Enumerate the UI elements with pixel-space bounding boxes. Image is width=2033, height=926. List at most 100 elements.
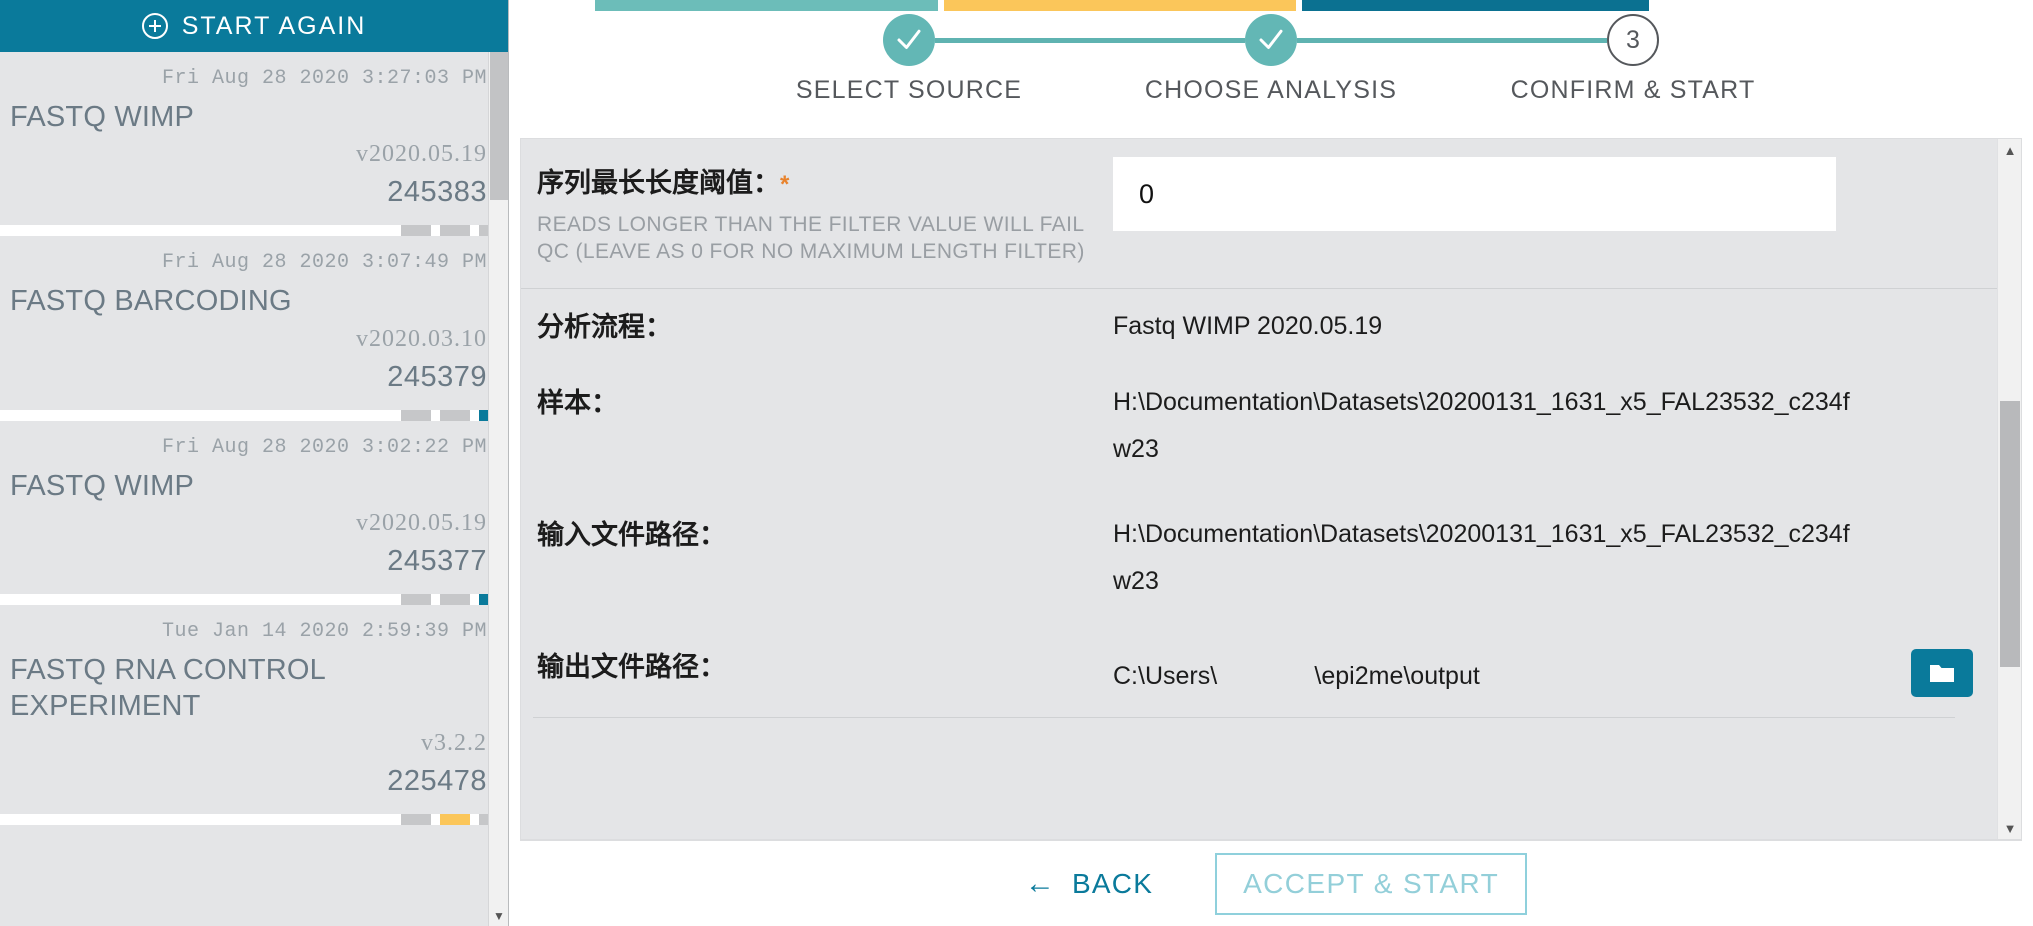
confirm-panel-scroll-area: 序列最长长度阈值：* READS LONGER THAN THE FILTER … (521, 139, 1997, 839)
required-marker: * (780, 171, 790, 198)
run-date: Fri Aug 28 2020 3:27:03 PM (161, 67, 487, 90)
app-root: START AGAIN Fri Aug 28 2020 3:27:03 PM F… (0, 0, 2033, 926)
run-version: v2020.05.19 (356, 510, 487, 537)
run-version: v2020.05.19 (356, 141, 487, 168)
run-version: v3.2.2 (421, 729, 487, 756)
max-length-input[interactable] (1113, 157, 1836, 231)
run-separator (0, 409, 508, 421)
summary-label-col: 输入文件路径： (533, 511, 1103, 552)
summary-label-col: 样本： (533, 379, 1103, 420)
summary-value-workflow: Fastq WIMP 2020.05.19 (1113, 312, 1383, 340)
step-label-choose-analysis: CHOOSE ANALYSIS (1144, 76, 1398, 104)
max-length-label-col: 序列最长长度阈值：* READS LONGER THAN THE FILTER … (533, 157, 1103, 266)
summary-value-col: H:\Documentation\Datasets\20200131_1631_… (1103, 379, 1955, 474)
chevron-up-icon[interactable]: ▲ (1998, 139, 2021, 161)
run-id: 225478 (387, 764, 487, 797)
run-list[interactable]: Fri Aug 28 2020 3:27:03 PM FASTQ WIMP v2… (0, 52, 508, 926)
status-chip (401, 225, 431, 237)
run-date: Tue Jan 14 2020 2:59:39 PM (161, 620, 487, 644)
step-node-confirm-start[interactable]: 3 (1607, 14, 1659, 66)
browse-output-folder-button[interactable] (1911, 648, 1973, 697)
list-item[interactable]: Fri Aug 28 2020 3:07:49 PM FASTQ BARCODI… (0, 236, 508, 410)
tab-choose-analysis[interactable] (944, 0, 1296, 11)
summary-label-input-path: 输入文件路径： (537, 519, 726, 550)
back-button[interactable]: ← BACK (1015, 862, 1163, 906)
run-title: FASTQ RNA CONTROL EXPERIMENT (10, 654, 325, 722)
list-item[interactable]: Fri Aug 28 2020 3:02:22 PM FASTQ WIMP v2… (0, 420, 508, 595)
run-separator (0, 813, 508, 825)
check-icon (897, 29, 921, 49)
summary-row-output-path: 输出文件路径： C:\Users\ \epi2me\output (521, 629, 1997, 705)
status-chip (440, 594, 470, 606)
step-label-confirm-start: CONFIRM & START (1510, 76, 1756, 104)
summary-value-col: H:\Documentation\Datasets\20200131_1631_… (1103, 511, 1955, 606)
max-length-field-row: 序列最长长度阈值：* READS LONGER THAN THE FILTER … (521, 139, 1997, 289)
summary-label-col: 输出文件路径： (533, 643, 1103, 684)
confirm-panel: 序列最长长度阈值：* READS LONGER THAN THE FILTER … (520, 138, 2022, 840)
summary-row-input-path: 输入文件路径： H:\Documentation\Datasets\202001… (521, 497, 1997, 629)
panel-scrollbar-thumb[interactable] (2000, 401, 2020, 667)
sidebar-scrollbar[interactable]: ▼ (488, 52, 508, 926)
status-chip (401, 813, 431, 825)
run-date: Fri Aug 28 2020 3:07:49 PM (161, 251, 487, 275)
start-again-label: START AGAIN (181, 11, 367, 40)
step-node-select-source[interactable] (883, 14, 935, 66)
status-chip (440, 813, 470, 825)
stepper-nodes: 3 (509, 14, 2033, 66)
wizard-footer: ← BACK ACCEPT & START (520, 840, 2022, 926)
summary-label-output-path: 输出文件路径： (537, 651, 726, 682)
tab-confirm-start[interactable] (1302, 0, 1649, 11)
stepper-labels: SELECT SOURCE CHOOSE ANALYSIS CONFIRM & … (509, 76, 2033, 105)
folder-icon (1930, 664, 1954, 682)
summary-label-workflow: 分析流程： (537, 312, 672, 342)
summary-value-input-path: H:\Documentation\Datasets\20200131_1631_… (1113, 519, 1850, 596)
run-title: FASTQ WIMP (10, 101, 195, 133)
list-item[interactable]: Fri Aug 28 2020 3:27:03 PM FASTQ WIMP v2… (0, 52, 508, 226)
max-length-help-text: READS LONGER THAN THE FILTER VALUE WILL … (537, 213, 1085, 263)
step-number: 3 (1626, 25, 1640, 54)
max-length-field-col (1103, 157, 1955, 231)
chevron-down-icon[interactable]: ▼ (1998, 817, 2021, 839)
sidebar-scrollbar-thumb[interactable] (490, 52, 508, 200)
tab-select-source[interactable] (595, 0, 938, 11)
max-length-label-text: 序列最长长度阈值： (537, 168, 780, 198)
summary-value-col: Fastq WIMP 2020.05.19 (1103, 303, 1955, 351)
summary-label-col: 分析流程： (533, 303, 1103, 344)
step-label-select-source: SELECT SOURCE (795, 76, 1023, 104)
check-icon (1259, 29, 1283, 49)
accept-and-start-button[interactable]: ACCEPT & START (1215, 852, 1528, 915)
plus-circle-icon (141, 13, 168, 39)
run-date: Fri Aug 28 2020 3:02:22 PM (161, 435, 487, 459)
panel-bottom-divider (533, 716, 1955, 718)
start-again-button[interactable]: START AGAIN (0, 0, 508, 52)
run-title: FASTQ WIMP (10, 469, 195, 502)
run-id: 245377 (387, 545, 487, 578)
arrow-left-icon: ← (1024, 866, 1057, 900)
summary-label-sample: 样本： (537, 387, 618, 418)
step-node-choose-analysis[interactable] (1245, 14, 1297, 66)
run-separator (0, 594, 508, 606)
run-title: FASTQ BARCODING (10, 285, 292, 318)
main-content: 3 SELECT SOURCE CHOOSE ANALYSIS CONFIRM … (509, 0, 2033, 926)
wizard-stepper: 3 SELECT SOURCE CHOOSE ANALYSIS CONFIRM … (509, 14, 2033, 120)
summary-value-output-path: C:\Users\ \epi2me\output (1113, 661, 1480, 690)
summary-row-workflow: 分析流程： Fastq WIMP 2020.05.19 (521, 289, 1997, 365)
panel-scrollbar[interactable]: ▲ ▼ (1997, 139, 2021, 839)
summary-row-sample: 样本： H:\Documentation\Datasets\20200131_1… (521, 365, 1997, 497)
run-version: v2020.03.10 (356, 325, 487, 352)
chevron-down-icon[interactable]: ▼ (489, 906, 508, 926)
run-id: 245379 (387, 360, 487, 393)
run-id: 245383 (387, 176, 487, 209)
run-separator (0, 225, 508, 237)
status-chip (401, 594, 431, 606)
status-chip (440, 225, 470, 237)
run-history-sidebar: START AGAIN Fri Aug 28 2020 3:27:03 PM F… (0, 0, 509, 926)
summary-value-col: C:\Users\ \epi2me\output (1103, 643, 1973, 697)
list-item[interactable]: Tue Jan 14 2020 2:59:39 PM FASTQ RNA CON… (0, 605, 508, 814)
wizard-progress-tabs (509, 0, 2033, 11)
stepper-connector (1297, 37, 1607, 43)
status-chip (440, 409, 470, 421)
stepper-connector (935, 37, 1245, 43)
status-chip (401, 409, 431, 421)
max-length-label: 序列最长长度阈值：* (537, 161, 1103, 200)
